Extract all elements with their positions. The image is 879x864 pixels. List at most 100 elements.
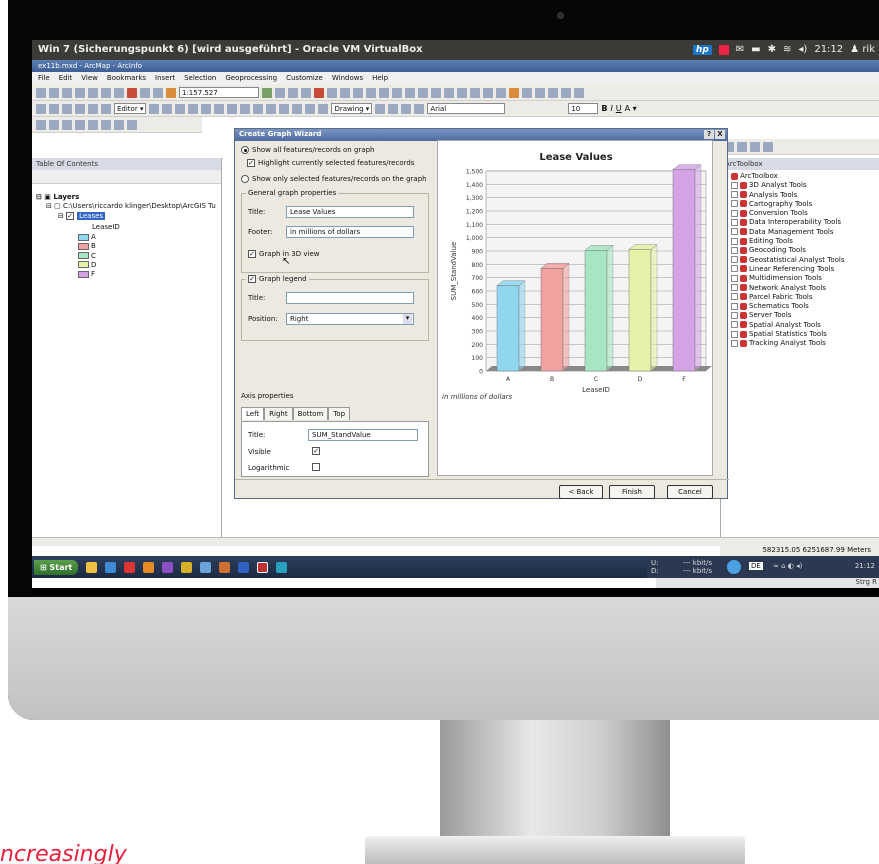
expand-icon[interactable] (731, 339, 738, 347)
menu-geoprocessing[interactable]: Geoprocessing (225, 74, 277, 83)
undo-icon[interactable] (140, 87, 150, 98)
firefox-icon[interactable] (143, 561, 155, 573)
toolbox-item[interactable]: 3D Analyst Tools (723, 181, 877, 190)
delete-icon[interactable] (127, 87, 137, 98)
toolbox-item[interactable]: Server Tools (723, 311, 877, 320)
axis-title-input[interactable]: SUM_StandValue (308, 429, 418, 441)
trace-icon[interactable] (62, 119, 72, 130)
arctoolbox-icon[interactable] (314, 87, 324, 98)
toolbox-item[interactable]: Multidimension Tools (723, 274, 877, 283)
toolbox-item[interactable]: Linear Referencing Tools (723, 265, 877, 274)
legend-item[interactable]: D (78, 261, 96, 269)
html-popup-icon[interactable] (561, 87, 571, 98)
toolbox-root[interactable]: ⊟ ArcToolbox (723, 172, 877, 181)
legend-position-select[interactable]: Right ▾ (286, 313, 414, 325)
menu-insert[interactable]: Insert (155, 74, 175, 83)
toc-layers-root[interactable]: ⊟ ▣ Layers (36, 193, 79, 201)
toolbox-item[interactable]: Conversion Tools (723, 209, 877, 218)
toolbox-item[interactable]: Geocoding Tools (723, 246, 877, 255)
expand-icon[interactable] (731, 237, 738, 245)
toolbox-tool-2-icon[interactable] (737, 141, 747, 152)
rectangle-icon[interactable] (401, 103, 412, 114)
forward-extent-icon[interactable] (457, 87, 467, 98)
clip-icon[interactable] (127, 119, 137, 130)
finish-button[interactable]: Finish (609, 485, 655, 499)
network-icon[interactable] (727, 560, 741, 574)
topology-icon[interactable] (305, 103, 316, 114)
full-extent-icon[interactable] (405, 87, 415, 98)
print-icon[interactable] (75, 87, 85, 98)
new-icon[interactable] (36, 87, 46, 98)
expand-icon[interactable] (731, 274, 738, 282)
attributes-icon[interactable] (214, 103, 225, 114)
toolbox-item[interactable]: Geostatistical Analyst Tools (723, 256, 877, 265)
identify-icon[interactable] (509, 87, 519, 98)
outlook-icon[interactable] (238, 561, 250, 573)
expand-icon[interactable] (731, 191, 738, 199)
legend-item[interactable]: A (78, 233, 96, 241)
reshape-icon[interactable] (240, 103, 251, 114)
select-by-polygon-icon[interactable] (49, 119, 59, 130)
copy-icon[interactable] (101, 87, 111, 98)
visible-checkbox[interactable]: ✓ (312, 447, 323, 455)
snapping-icon[interactable] (292, 103, 303, 114)
taskbar-clock[interactable]: 21:12 (855, 562, 875, 570)
font-select[interactable]: Arial (427, 103, 506, 114)
toolbox-item[interactable]: Analysis Tools (723, 191, 877, 200)
toolbox-tool-3-icon[interactable] (750, 141, 760, 152)
time-slider-icon[interactable] (574, 87, 584, 98)
menu-selection[interactable]: Selection (184, 74, 216, 83)
expand-icon[interactable] (731, 218, 738, 226)
start-button[interactable]: ⊞ Start (34, 559, 79, 575)
menu-windows[interactable]: Windows (332, 74, 363, 83)
rotate-drawing-icon[interactable] (388, 103, 399, 114)
pan-page-icon[interactable] (75, 103, 85, 114)
catalog-icon[interactable] (288, 87, 298, 98)
zoom-whole-page-icon[interactable] (62, 103, 72, 114)
cut-polygons-icon[interactable] (253, 103, 264, 114)
fixed-zoom-out-icon[interactable] (431, 87, 441, 98)
expand-icon[interactable] (731, 265, 738, 273)
expand-icon[interactable] (731, 209, 738, 217)
expand-icon[interactable] (731, 181, 738, 189)
help-icon[interactable] (353, 87, 363, 98)
pan-icon[interactable] (392, 87, 402, 98)
model-builder-icon[interactable] (340, 87, 350, 98)
toolbox-item[interactable]: Data Interoperability Tools (723, 218, 877, 227)
select-elements-drawing-icon[interactable] (375, 103, 386, 114)
ie-icon[interactable] (105, 561, 117, 573)
georef-icon[interactable] (318, 103, 329, 114)
clock[interactable]: 21:12 (814, 44, 843, 55)
rotate-icon[interactable] (201, 103, 212, 114)
battery-icon[interactable]: ▬ (751, 44, 760, 55)
menu-customize[interactable]: Customize (286, 74, 323, 83)
sketch-icon[interactable] (175, 103, 186, 114)
toolbox-item[interactable]: Schematics Tools (723, 302, 877, 311)
edit-vertices-icon[interactable] (227, 103, 238, 114)
expand-icon[interactable] (731, 246, 738, 254)
font-color-button[interactable]: A ▾ (625, 104, 637, 113)
expand-icon[interactable] (731, 321, 738, 329)
clear-selection-icon[interactable] (483, 87, 493, 98)
save-icon[interactable] (62, 87, 72, 98)
expand-icon[interactable] (731, 284, 738, 292)
union-icon[interactable] (101, 119, 111, 130)
toggle-draft-icon[interactable] (88, 103, 98, 114)
volume-icon[interactable]: ◂) (798, 44, 807, 55)
merge-icon[interactable] (88, 119, 98, 130)
legend-group-checkbox[interactable]: ✓ Graph legend (246, 275, 309, 283)
language-indicator[interactable]: DE (749, 562, 763, 570)
toolbox-item[interactable]: Data Management Tools (723, 228, 877, 237)
toolbox-item[interactable]: Spatial Analyst Tools (723, 321, 877, 330)
new-text-icon[interactable] (414, 103, 425, 114)
straight-segment-icon[interactable] (162, 103, 173, 114)
fixed-zoom-in-icon[interactable] (418, 87, 428, 98)
expand-icon[interactable] (731, 200, 738, 208)
menu-bookmarks[interactable]: Bookmarks (107, 74, 146, 83)
select-elements-icon[interactable] (496, 87, 506, 98)
highlight-checkbox[interactable]: ✓ Highlight currently selected features/r… (247, 159, 414, 167)
focus-frame-icon[interactable] (101, 103, 111, 114)
redo-icon[interactable] (153, 87, 163, 98)
layer-visibility-checkbox[interactable]: ✓ (66, 212, 75, 220)
graph-footer-input[interactable]: in millions of dollars (286, 226, 414, 238)
